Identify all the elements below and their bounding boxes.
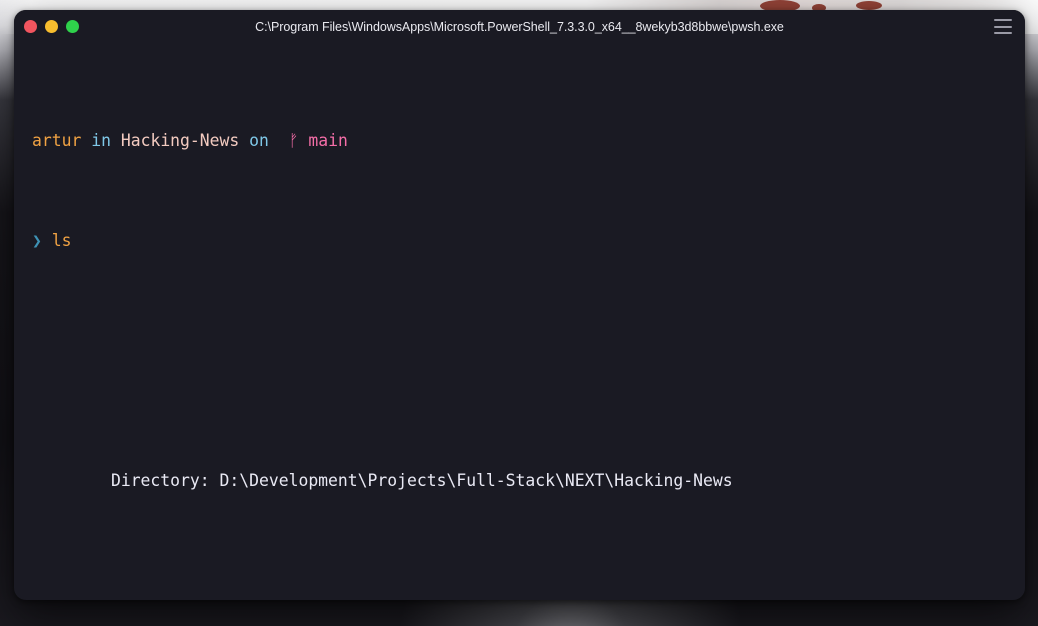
prompt-repo: Hacking-News [120, 131, 240, 150]
maximize-button[interactable] [66, 20, 79, 33]
prompt-user: artur [32, 131, 82, 150]
typed-command: ls [51, 231, 72, 250]
prompt-in-word: in [91, 131, 111, 150]
directory-path: Directory: D:\Development\Projects\Full-… [110, 471, 733, 490]
prompt-line-top: artur in Hacking-News on ᚠ main [32, 131, 1025, 151]
prompt-arrow-icon: ❯ [32, 231, 42, 250]
command-line: ❯ ls [32, 231, 1025, 251]
terminal-output-area[interactable]: artur in Hacking-News on ᚠ main ❯ ls Dir… [14, 43, 1025, 600]
window-titlebar[interactable]: C:\Program Files\WindowsApps\Microsoft.P… [14, 10, 1025, 43]
wallpaper-blob [856, 1, 882, 10]
minimize-button[interactable] [45, 20, 58, 33]
git-branch-icon: ᚠ [288, 131, 299, 150]
directory-heading: Directory: D:\Development\Projects\Full-… [32, 471, 1025, 491]
window-title: C:\Program Files\WindowsApps\Microsoft.P… [255, 19, 784, 34]
prompt-on-word: on [249, 131, 269, 150]
hamburger-icon[interactable] [994, 19, 1012, 34]
close-button[interactable] [24, 20, 37, 33]
traffic-lights [14, 20, 79, 33]
prompt-branch: main [308, 131, 348, 150]
terminal-window: C:\Program Files\WindowsApps\Microsoft.P… [14, 10, 1025, 600]
